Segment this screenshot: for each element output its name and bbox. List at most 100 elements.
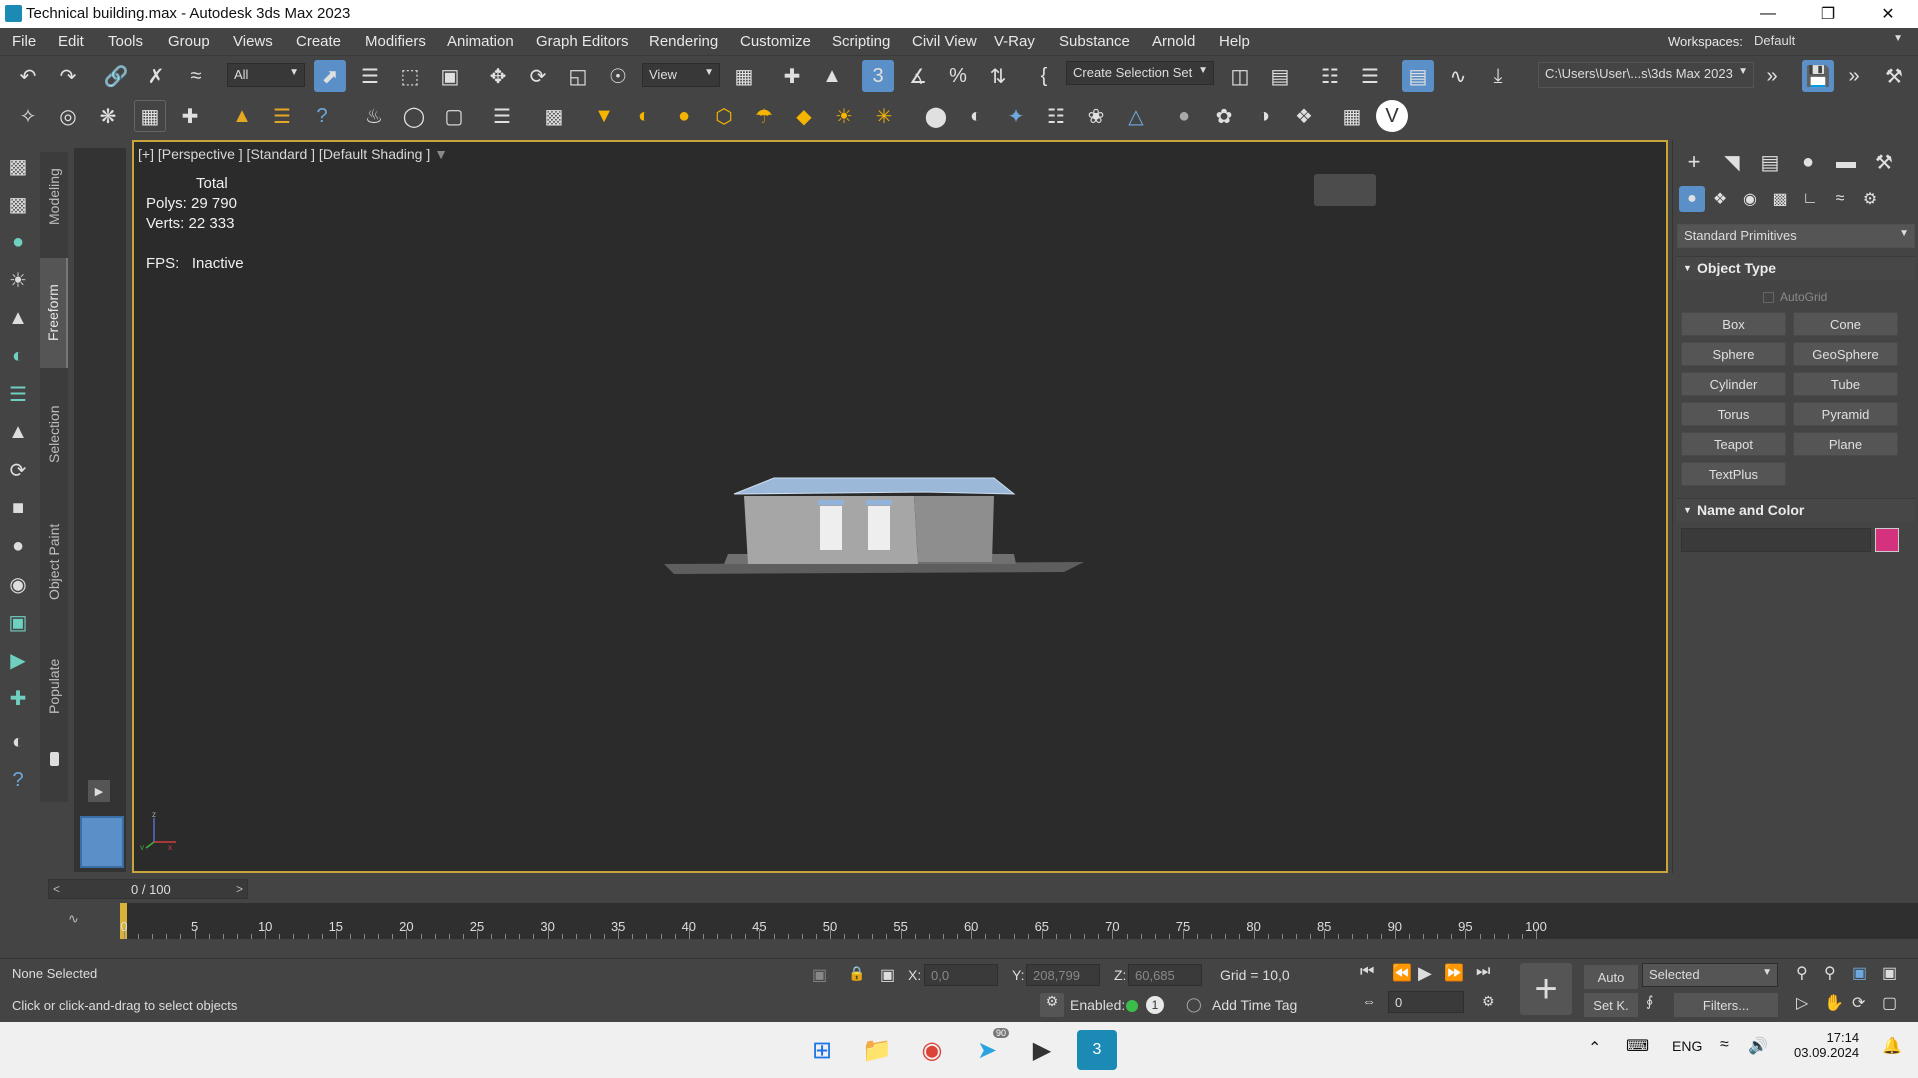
place-icon[interactable]: ☉	[602, 60, 634, 92]
sunlight-icon[interactable]: ✳	[868, 100, 900, 132]
menu-arnold[interactable]: Arnold	[1152, 33, 1195, 50]
angle-snap-icon[interactable]: ∡	[902, 60, 934, 92]
menu-edit[interactable]: Edit	[58, 33, 84, 50]
time-slider[interactable]: < 0 / 100 >	[48, 879, 248, 899]
key-filter-dropdown[interactable]: Selected ▼	[1642, 963, 1778, 987]
3dsmax-taskbar-icon[interactable]: 3	[1077, 1030, 1117, 1070]
spinner-snap-icon[interactable]: ⇅	[982, 60, 1014, 92]
vray-logo-icon[interactable]: V	[1376, 100, 1408, 132]
zoom-extents-all-icon[interactable]: ▣	[1882, 963, 1897, 983]
modify-tab-icon[interactable]: ◥	[1717, 148, 1747, 176]
restore-button[interactable]: ❐	[1798, 0, 1858, 28]
geometry-icon[interactable]: ●	[1679, 186, 1705, 212]
save-icon[interactable]: 💾	[1802, 60, 1834, 92]
vray-frame-buffer-icon[interactable]: ▦	[1336, 100, 1368, 132]
undo-icon[interactable]: ↶	[12, 60, 44, 92]
menu-create[interactable]: Create	[296, 33, 341, 50]
edit-named-selection-icon[interactable]: {	[1028, 60, 1060, 92]
key-tangent-icon[interactable]: ∮	[1646, 993, 1653, 1010]
prev-frame-icon[interactable]: ⏪	[1392, 963, 1412, 983]
material-editor-icon[interactable]: ▦	[134, 100, 166, 132]
tube-button[interactable]: Tube	[1793, 372, 1898, 396]
fov-icon[interactable]: ▷	[1796, 993, 1808, 1013]
snap-extra-icon[interactable]: ✚	[174, 100, 206, 132]
zoom-icon[interactable]: ⚲	[1796, 963, 1808, 983]
helper-icon[interactable]: ◎	[52, 100, 84, 132]
perspective-viewport[interactable]: [+] [Perspective ] [Standard ] [Default …	[132, 140, 1668, 873]
slider-next-icon[interactable]: >	[236, 882, 243, 896]
light-icon[interactable]: ●	[4, 228, 32, 256]
ref-coord-dropdown[interactable]: View ▼	[642, 63, 720, 87]
tab-freeform[interactable]: Freeform	[40, 258, 68, 368]
ribbon-pin-icon[interactable]	[50, 752, 59, 766]
create-tab-icon[interactable]: +	[1679, 148, 1709, 176]
particles-icon[interactable]: ❋	[92, 100, 124, 132]
redo-icon[interactable]: ↷	[52, 60, 84, 92]
language-indicator[interactable]: ENG	[1672, 1038, 1702, 1054]
teapot-button[interactable]: Teapot	[1681, 432, 1786, 456]
menu-file[interactable]: File	[12, 33, 36, 50]
multimaterial-icon[interactable]: ✿	[1208, 100, 1240, 132]
time-tag-count-badge[interactable]: 1	[1146, 996, 1164, 1014]
create-selection-set-dropdown[interactable]: Create Selection Set ▼	[1066, 61, 1214, 85]
lock-icon[interactable]: 🔒	[848, 965, 865, 982]
figure-icon[interactable]: ▲	[4, 418, 32, 446]
helpers-icon[interactable]: ∟	[1797, 186, 1823, 212]
isolate-icon[interactable]: ▣	[812, 965, 827, 985]
tab-modeling[interactable]: Modeling	[40, 152, 68, 242]
motion-tab-icon[interactable]: ●	[1793, 148, 1823, 176]
camera-icon[interactable]: ▩	[538, 100, 570, 132]
viewcube-icon[interactable]	[1314, 174, 1376, 206]
menu-scripting[interactable]: Scripting	[832, 33, 890, 50]
menu-customize[interactable]: Customize	[740, 33, 811, 50]
name-and-color-rollout[interactable]: ▼ Name and Color	[1677, 498, 1915, 522]
menu-modifiers[interactable]: Modifiers	[365, 33, 426, 50]
building-model[interactable]	[664, 472, 1084, 582]
render-icon[interactable]: ▶	[4, 646, 32, 674]
chrome-icon[interactable]: ◉	[912, 1030, 952, 1070]
gizmo-icon[interactable]: ◐	[4, 728, 32, 756]
selection-filter-dropdown[interactable]: All ▼	[227, 63, 305, 87]
dome-light-icon[interactable]: ◐	[628, 100, 660, 132]
enabled-indicator-icon[interactable]	[1126, 1000, 1138, 1012]
align-icon[interactable]: ▤	[1264, 60, 1296, 92]
bump-icon[interactable]: ◑	[1248, 100, 1280, 132]
ies-light-icon[interactable]: ☂	[748, 100, 780, 132]
pivot-icon[interactable]: ▦	[728, 60, 760, 92]
object-name-input[interactable]	[1681, 528, 1871, 552]
minimize-button[interactable]: —	[1738, 0, 1798, 28]
teapot-icon[interactable]: ♨	[358, 100, 390, 132]
list-icon[interactable]: ☰	[266, 100, 298, 132]
lights-icon[interactable]: ◉	[1737, 186, 1763, 212]
menu-substance[interactable]: Substance	[1059, 33, 1130, 50]
windows-start-icon[interactable]: ⊞	[802, 1030, 842, 1070]
help-side-icon[interactable]: ?	[4, 766, 32, 794]
absolute-mode-icon[interactable]: ▣	[880, 965, 895, 985]
bind-spacewarp-icon[interactable]: ≈	[180, 60, 212, 92]
help-icon[interactable]: ?	[306, 100, 338, 132]
rotate-view-icon[interactable]: ⟳	[4, 456, 32, 484]
snaps-toggle-icon[interactable]: 3	[862, 60, 894, 92]
clock[interactable]: 17:14 03.09.2024	[1794, 1030, 1859, 1060]
move-icon[interactable]: ✥	[482, 60, 514, 92]
volume-icon[interactable]: 🔊	[1748, 1036, 1768, 1056]
menu-graph-editors[interactable]: Graph Editors	[536, 33, 629, 50]
systems-icon[interactable]: ⚙	[1857, 186, 1883, 212]
tree-icon[interactable]: ▲	[226, 100, 258, 132]
y-coord-input[interactable]: 208,799	[1026, 964, 1100, 986]
select-object-icon[interactable]: ⬈	[314, 60, 346, 92]
zoom-all-icon[interactable]: ⚲	[1824, 963, 1836, 983]
plane-button[interactable]: Plane	[1793, 432, 1898, 456]
slider-prev-icon[interactable]: <	[53, 882, 60, 896]
add-time-tag[interactable]: Add Time Tag	[1212, 997, 1297, 1013]
utilities-tab-icon[interactable]: ⚒	[1869, 148, 1899, 176]
maximize-viewport-icon[interactable]: ▢	[1882, 993, 1897, 1013]
time-config-icon[interactable]: ⇔	[1362, 993, 1376, 1009]
orbit-icon[interactable]: ⟳	[1852, 993, 1865, 1013]
autogrid-checkbox[interactable]: AutoGrid	[1763, 290, 1827, 304]
render-frame-icon[interactable]: ▢	[438, 100, 470, 132]
z-coord-input[interactable]: 60,685	[1128, 964, 1202, 986]
scatter-icon[interactable]: ☷	[1040, 100, 1072, 132]
tools-icon[interactable]: ⚒	[1878, 60, 1910, 92]
toggle-ribbon-icon[interactable]: ▤	[1402, 60, 1434, 92]
